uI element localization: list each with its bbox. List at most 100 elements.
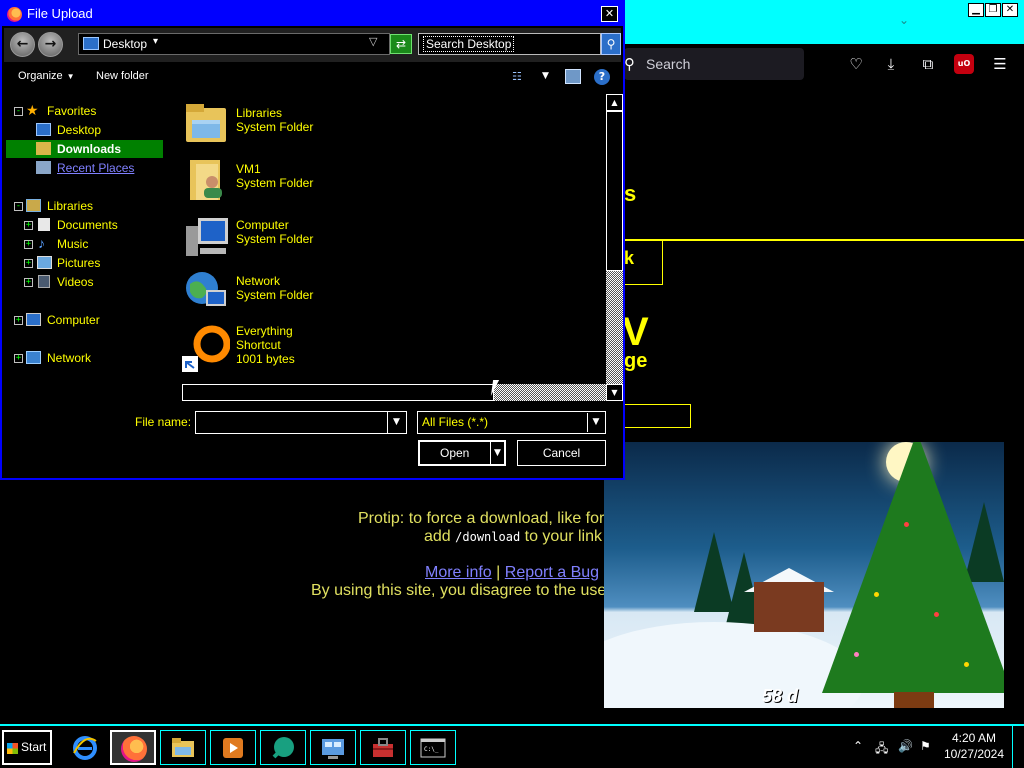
cancel-button[interactable]: Cancel — [517, 440, 606, 466]
file-name-dropdown-icon[interactable]: ▼ — [387, 412, 405, 433]
expand-icon[interactable]: + — [14, 354, 23, 363]
browser-close-button[interactable]: ✕ — [1002, 3, 1018, 17]
list-item-computer[interactable]: Computer System Folder — [182, 212, 482, 262]
show-hidden-icons-icon[interactable]: ⌃ — [853, 739, 863, 753]
tree-item-pictures[interactable]: + Pictures — [4, 254, 164, 272]
clock-time[interactable]: 4:20 AM — [950, 731, 998, 745]
open-button[interactable]: Open ▼ — [418, 440, 506, 466]
expand-icon[interactable]: + — [24, 221, 33, 230]
search-input[interactable]: Search Desktop — [418, 33, 601, 55]
music-icon: ♪ — [38, 235, 45, 251]
tree-label: Libraries — [47, 199, 94, 213]
everything-shortcut-icon — [182, 324, 231, 372]
vertical-scrollbar[interactable]: ▲ ▼ — [606, 94, 623, 401]
taskbar-media-player[interactable] — [210, 730, 256, 765]
christmas-countdown-widget[interactable]: 58 d — [604, 442, 1004, 708]
taskbar: Start C:\_ ⌃ 🖧 🔊 ⚑ 4:20 AM 10/27/2024 — [0, 724, 1024, 768]
page-button-text-fragment: k — [624, 248, 635, 268]
protip-add: add — [424, 528, 451, 545]
dialog-title: File Upload — [27, 6, 93, 21]
view-options-chevron-icon[interactable]: ▼ — [542, 71, 549, 81]
extensions-icon[interactable]: ⧉ — [918, 54, 938, 74]
tab-list-chevron-icon[interactable]: ⌄ — [896, 12, 912, 28]
help-icon[interactable]: ? — [594, 69, 610, 85]
windows-logo-icon — [7, 743, 18, 754]
tree-label: Videos — [57, 275, 94, 289]
change-view-icon[interactable]: ☷ — [512, 70, 526, 83]
tree-item-downloads[interactable]: Downloads — [6, 140, 163, 158]
preview-pane-icon[interactable] — [565, 69, 581, 84]
address-bar[interactable]: Desktop ▾ ▽ — [78, 33, 390, 55]
ornament — [874, 592, 879, 597]
file-type-dropdown-icon[interactable]: ▼ — [587, 413, 604, 432]
network-status-icon[interactable]: 🖧 — [875, 739, 888, 760]
tree-item-music[interactable]: + ♪ Music — [4, 235, 164, 253]
start-button[interactable]: Start — [2, 730, 52, 765]
tree-item-desktop[interactable]: Desktop — [4, 121, 164, 139]
expand-icon[interactable]: + — [24, 240, 33, 249]
breadcrumb-arrow-icon[interactable]: ▾ — [153, 36, 158, 47]
tree-item-recent-places[interactable]: Recent Places — [4, 159, 164, 177]
tree-item-videos[interactable]: + Videos — [4, 273, 164, 291]
taskbar-file-explorer[interactable] — [160, 730, 206, 765]
back-button[interactable]: ← — [10, 32, 35, 57]
browser-restore-button[interactable]: ❐ — [985, 3, 1001, 17]
browser-search-label: Search — [646, 56, 691, 72]
dialog-titlebar[interactable]: File Upload ✕ — [2, 2, 623, 26]
scroll-up-icon[interactable]: ▲ — [606, 94, 623, 111]
new-folder-button[interactable]: New folder — [96, 70, 149, 82]
tree-label: Network — [47, 351, 92, 365]
menu-icon[interactable]: ☰ — [990, 54, 1010, 74]
taskbar-firefox[interactable] — [110, 730, 156, 765]
file-name-input[interactable] — [195, 411, 407, 434]
tree-item-favorites[interactable]: - ★ Favorites — [4, 102, 164, 120]
downloads-folder-icon — [36, 142, 51, 155]
vertical-scroll-thumb[interactable] — [606, 111, 623, 271]
list-item-libraries[interactable]: Libraries System Folder — [182, 100, 482, 150]
file-type-select[interactable]: All Files (*.*) ▼ — [417, 411, 606, 434]
address-dropdown-icon[interactable]: ▽ — [369, 35, 377, 48]
expand-icon[interactable]: + — [24, 278, 33, 287]
tree-item-libraries[interactable]: - Libraries — [4, 197, 164, 215]
expand-icon[interactable]: + — [14, 316, 23, 325]
command-bar: Organize ▼ New folder ☷ ▼ ? — [4, 64, 621, 90]
browser-minimize-button[interactable]: ▁ — [968, 3, 984, 17]
tree-item-documents[interactable]: + Documents — [4, 216, 164, 234]
expand-icon[interactable]: + — [24, 259, 33, 268]
horizontal-scroll-thumb[interactable] — [182, 384, 494, 401]
internet-explorer-icon — [72, 735, 98, 761]
download-icon[interactable]: ⤓ — [881, 54, 901, 74]
file-upload-dialog: File Upload ✕ ← → Desktop ▾ ▽ ⇄ Search D… — [0, 0, 625, 480]
dialog-close-button[interactable]: ✕ — [601, 6, 618, 22]
tree-item-network[interactable]: + Network — [4, 349, 164, 367]
list-item-everything[interactable]: Everything Shortcut 1001 bytes — [182, 324, 482, 374]
browser-search-box[interactable]: ⚲ Search — [624, 48, 804, 80]
volume-icon[interactable]: 🔊 — [898, 739, 913, 753]
taskbar-app[interactable] — [260, 730, 306, 765]
list-item-vm1[interactable]: VM1 System Folder — [182, 156, 482, 206]
taskbar-toolbox[interactable] — [360, 730, 406, 765]
page-footer-links: More info | Report a Bug — [425, 564, 599, 582]
ublock-icon[interactable]: uO — [954, 54, 974, 74]
scroll-down-icon[interactable]: ▼ — [606, 384, 623, 401]
open-options-chevron-icon[interactable]: ▼ — [490, 442, 504, 464]
refresh-button[interactable]: ⇄ — [390, 34, 412, 54]
taskbar-internet-explorer[interactable] — [62, 730, 108, 765]
pocket-icon[interactable]: ♡ — [846, 54, 866, 74]
taskbar-control-panel[interactable] — [310, 730, 356, 765]
report-bug-link[interactable]: Report a Bug — [505, 564, 599, 581]
show-desktop-button[interactable] — [1012, 726, 1024, 768]
tree-item-computer[interactable]: + Computer — [4, 311, 164, 329]
list-item-network[interactable]: Network System Folder — [182, 268, 482, 318]
collapse-icon[interactable]: - — [14, 107, 23, 116]
collapse-icon[interactable]: - — [14, 202, 23, 211]
organize-button[interactable]: Organize ▼ — [18, 70, 75, 82]
search-button[interactable]: ⚲ — [601, 33, 621, 55]
action-center-flag-icon[interactable]: ⚑ — [920, 739, 931, 753]
horizontal-scrollbar[interactable] — [182, 384, 606, 401]
computer-icon — [182, 212, 230, 260]
forward-button[interactable]: → — [38, 32, 63, 57]
clock-date[interactable]: 10/27/2024 — [940, 747, 1008, 761]
more-info-link[interactable]: More info — [425, 564, 492, 581]
taskbar-command-prompt[interactable]: C:\_ — [410, 730, 456, 765]
